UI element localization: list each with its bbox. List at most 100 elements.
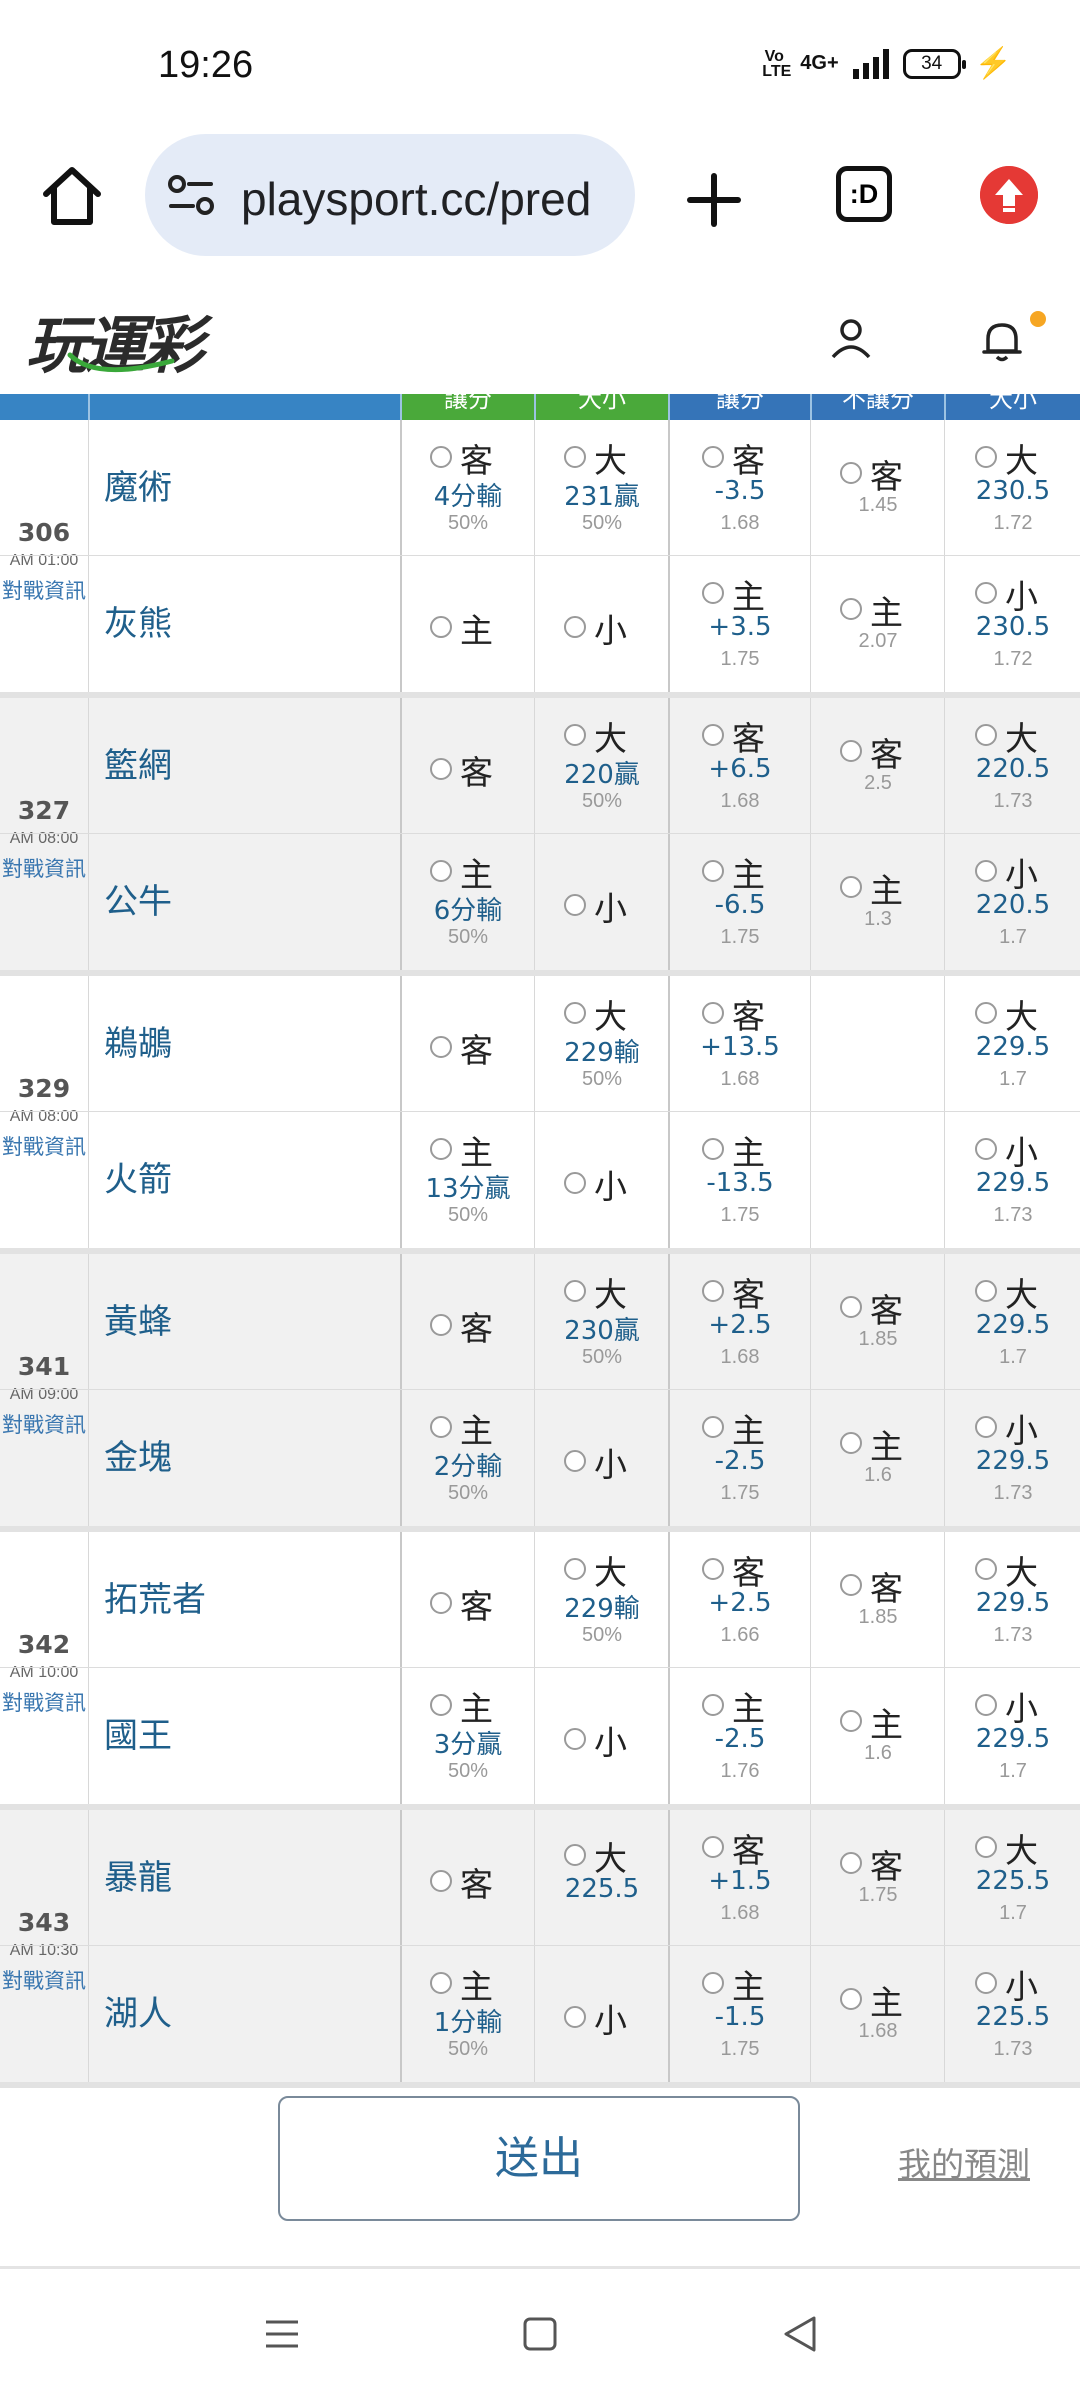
pick-radio[interactable] (564, 724, 586, 746)
plus-icon[interactable] (684, 170, 744, 230)
pick-radio[interactable] (702, 1972, 724, 1994)
pick-cell[interactable]: 主 2.07 (812, 556, 944, 692)
pick-cell[interactable]: 小 229.5 1.73 (946, 1112, 1080, 1248)
pick-cell[interactable]: 客 1.75 (812, 1810, 944, 1946)
pick-cell[interactable]: 主 +3.5 1.75 (670, 556, 810, 692)
pick-radio[interactable] (702, 860, 724, 882)
pick-cell[interactable]: 主 -6.5 1.75 (670, 834, 810, 970)
pick-radio[interactable] (975, 1002, 997, 1024)
pick-radio[interactable] (564, 446, 586, 468)
pick-radio[interactable] (840, 598, 862, 620)
pick-cell[interactable]: 大 229.5 1.7 (946, 976, 1080, 1112)
pick-cell[interactable]: 大 225.5 1.7 (946, 1810, 1080, 1946)
pick-radio[interactable] (430, 1972, 452, 1994)
pick-cell[interactable]: 小 229.5 1.7 (946, 1668, 1080, 1804)
pick-cell[interactable]: 小 (536, 1946, 668, 2082)
pick-radio[interactable] (702, 1416, 724, 1438)
pick-cell[interactable]: 大 229.5 1.7 (946, 1254, 1080, 1390)
pick-radio[interactable] (975, 1836, 997, 1858)
bell-icon[interactable] (980, 317, 1024, 363)
pick-radio[interactable] (702, 1694, 724, 1716)
submit-button[interactable]: 送出 (278, 2096, 800, 2221)
menu-icon[interactable] (262, 2314, 302, 2354)
pick-cell[interactable]: 客 (402, 698, 534, 834)
pick-cell[interactable]: 客 (402, 1810, 534, 1946)
pick-radio[interactable] (702, 1836, 724, 1858)
pick-cell[interactable]: 客 (402, 1532, 534, 1668)
pick-cell[interactable]: 小 229.5 1.73 (946, 1390, 1080, 1526)
pick-radio[interactable] (430, 1416, 452, 1438)
pick-cell[interactable]: 小 230.5 1.72 (946, 556, 1080, 692)
pick-radio[interactable] (702, 1138, 724, 1160)
pick-radio[interactable] (975, 1694, 997, 1716)
pick-radio[interactable] (430, 758, 452, 780)
pick-cell[interactable]: 大 229.5 1.73 (946, 1532, 1080, 1668)
pick-radio[interactable] (564, 1450, 586, 1472)
pick-radio[interactable] (975, 582, 997, 604)
pick-radio[interactable] (430, 860, 452, 882)
pick-radio[interactable] (564, 1844, 586, 1866)
pick-radio[interactable] (702, 1280, 724, 1302)
pick-cell[interactable]: 主 1.3 (812, 834, 944, 970)
pick-cell[interactable]: 大 225.5 (536, 1810, 668, 1946)
pick-radio[interactable] (430, 1036, 452, 1058)
pick-cell[interactable]: 主 -2.5 1.75 (670, 1390, 810, 1526)
pick-cell[interactable]: 主 2分輸 50% (402, 1390, 534, 1526)
pick-cell[interactable]: 主 -13.5 1.75 (670, 1112, 810, 1248)
pick-cell[interactable]: 客 1.85 (812, 1532, 944, 1668)
pick-radio[interactable] (975, 1138, 997, 1160)
pick-cell[interactable]: 客 -3.5 1.68 (670, 420, 810, 556)
pick-radio[interactable] (430, 1592, 452, 1614)
pick-radio[interactable] (564, 2006, 586, 2028)
pick-radio[interactable] (430, 1870, 452, 1892)
pick-radio[interactable] (702, 1002, 724, 1024)
pick-radio[interactable] (975, 724, 997, 746)
pick-radio[interactable] (430, 616, 452, 638)
pick-radio[interactable] (702, 724, 724, 746)
pick-cell[interactable]: 小 (536, 1112, 668, 1248)
tab-switcher-icon[interactable]: :D (836, 166, 892, 222)
pick-cell[interactable]: 客 2.5 (812, 698, 944, 834)
pick-cell[interactable]: 小 (536, 556, 668, 692)
pick-radio[interactable] (840, 876, 862, 898)
pick-cell[interactable]: 主 1分輸 50% (402, 1946, 534, 2082)
pick-radio[interactable] (840, 1432, 862, 1454)
pick-cell[interactable]: 大 229輸 50% (536, 1532, 668, 1668)
pick-cell[interactable]: 客 +13.5 1.68 (670, 976, 810, 1112)
pick-cell[interactable]: 大 231贏 50% (536, 420, 668, 556)
pick-cell[interactable]: 主 6分輸 50% (402, 834, 534, 970)
pick-radio[interactable] (975, 1416, 997, 1438)
pick-cell[interactable]: 客 +1.5 1.68 (670, 1810, 810, 1946)
pick-radio[interactable] (564, 1280, 586, 1302)
pick-cell[interactable]: 客 +6.5 1.68 (670, 698, 810, 834)
pick-cell[interactable]: 客 4分輸 50% (402, 420, 534, 556)
pick-radio[interactable] (975, 1280, 997, 1302)
pick-cell[interactable]: 大 230贏 50% (536, 1254, 668, 1390)
pick-radio[interactable] (840, 1988, 862, 2010)
pick-cell[interactable]: 小 220.5 1.7 (946, 834, 1080, 970)
pick-cell[interactable]: 主 (402, 556, 534, 692)
tune-icon[interactable] (167, 174, 215, 216)
pick-radio[interactable] (840, 1574, 862, 1596)
pick-cell[interactable]: 小 (536, 1668, 668, 1804)
pick-cell[interactable]: 小 (536, 1390, 668, 1526)
pick-cell[interactable]: 大 220.5 1.73 (946, 698, 1080, 834)
pick-radio[interactable] (840, 740, 862, 762)
pick-radio[interactable] (430, 1694, 452, 1716)
pick-radio[interactable] (564, 894, 586, 916)
pick-radio[interactable] (840, 1710, 862, 1732)
my-predictions-link[interactable]: 我的預測 (898, 2138, 1030, 2186)
pick-radio[interactable] (564, 1002, 586, 1024)
pick-radio[interactable] (702, 1558, 724, 1580)
pick-radio[interactable] (840, 1296, 862, 1318)
pick-cell[interactable]: 主 -1.5 1.75 (670, 1946, 810, 2082)
pick-cell[interactable]: 主 1.68 (812, 1946, 944, 2082)
pick-radio[interactable] (430, 446, 452, 468)
pick-radio[interactable] (975, 1558, 997, 1580)
pick-cell[interactable]: 主 13分贏 50% (402, 1112, 534, 1248)
pick-cell[interactable]: 大 230.5 1.72 (946, 420, 1080, 556)
pick-cell[interactable]: 大 220贏 50% (536, 698, 668, 834)
pick-radio[interactable] (430, 1138, 452, 1160)
pick-radio[interactable] (975, 1972, 997, 1994)
pick-radio[interactable] (564, 1172, 586, 1194)
